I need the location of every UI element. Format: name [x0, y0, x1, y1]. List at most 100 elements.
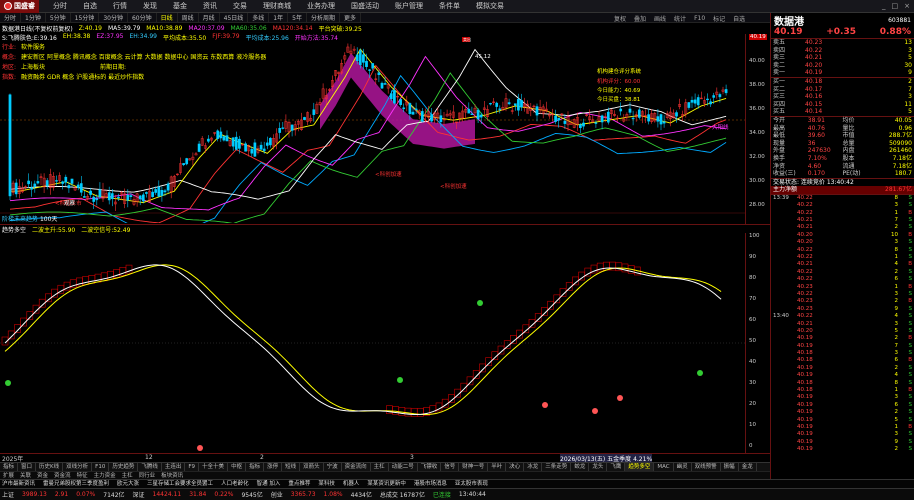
indicator-tab[interactable]: 冰龙 — [524, 463, 543, 471]
chart-tool-button[interactable]: 复权 — [610, 14, 630, 23]
info-tab[interactable]: 板块资讯 — [158, 472, 186, 479]
indicator-tab[interactable]: 主连出 — [162, 463, 186, 471]
chart-tool-button[interactable]: F10 — [690, 15, 709, 22]
chart-tool-button[interactable]: 画线 — [650, 14, 670, 23]
indicator-tab[interactable]: F10 — [92, 463, 110, 471]
indicator-tab[interactable]: 双线分析 — [63, 463, 93, 471]
news-item[interactable]: 重点推荐 — [288, 480, 310, 488]
menu-item[interactable]: 模拟交易 — [468, 1, 512, 11]
period-tab[interactable]: 45日线 — [220, 13, 249, 22]
menu-item[interactable]: 分时 — [45, 1, 75, 11]
indicator-tab[interactable]: 双线预警 — [692, 463, 721, 471]
menu-item[interactable]: 基金 — [165, 1, 195, 11]
period-tab[interactable]: 1年 — [269, 13, 289, 22]
indicator-tab[interactable]: 决心 — [506, 463, 525, 471]
chart-tool-button[interactable]: 自选 — [729, 14, 749, 23]
news-item[interactable]: 某某资讯更新中 — [367, 480, 406, 488]
menu-item[interactable]: 业务办理 — [299, 1, 343, 11]
indicator-tab[interactable]: 幽灵 — [674, 463, 692, 471]
menu-item[interactable]: 自选 — [75, 1, 105, 11]
news-item[interactable]: 某科技 — [318, 480, 335, 488]
indicator-tab[interactable]: 历史趋势 — [109, 463, 139, 471]
period-tab[interactable]: 5年 — [288, 13, 307, 22]
indicator-tab[interactable]: 龙头 — [589, 463, 608, 471]
indicator-tab[interactable]: 趋势多空 — [625, 463, 655, 471]
indicator-tab[interactable]: 指标 — [0, 463, 19, 471]
window-button[interactable]: _ — [882, 2, 886, 10]
info-tab[interactable]: 关联 — [17, 472, 34, 479]
indicator-tab[interactable]: 振幅 — [721, 463, 739, 471]
period-tab[interactable]: 更多 — [340, 13, 361, 22]
news-item[interactable]: 亚太股市表现 — [455, 480, 488, 488]
window-button[interactable]: × — [904, 2, 910, 10]
period-tab[interactable]: 日线 — [157, 13, 178, 22]
period-tab[interactable]: 分时 — [0, 13, 22, 22]
period-tab[interactable]: 1分钟 — [21, 13, 46, 22]
chart-tool-button[interactable]: 统计 — [670, 14, 690, 23]
info-tab[interactable]: 资金 — [34, 472, 51, 479]
indicator-tab[interactable]: 历史K线 — [36, 463, 64, 471]
indicator-tab[interactable]: 财神一号 — [459, 463, 489, 471]
indicator-tab[interactable]: MAC — [654, 463, 674, 471]
news-item[interactable]: 港股市场消息 — [414, 480, 447, 488]
indicator-name[interactable]: 趋势多空 — [2, 225, 26, 234]
period-tab[interactable]: 60分钟 — [128, 13, 157, 22]
news-ticker[interactable]: 沪市最新资讯 雷曼兄弟股权第三季度盈利 欧元大涨 三星存储工会要求全员罢工 人口老龄化智… — [0, 479, 914, 488]
menu-item[interactable]: 账户管理 — [387, 1, 431, 11]
indicator-tab[interactable]: 动能二号 — [389, 463, 418, 471]
indicator-tab[interactable]: 十全十美 — [199, 463, 229, 471]
news-item[interactable]: 欧元大涨 — [117, 480, 139, 488]
indicator-tab[interactable]: 双箭头 — [300, 463, 324, 471]
indicator-tab[interactable]: F9 — [185, 463, 200, 471]
info-tab[interactable]: 主杠 — [119, 472, 136, 479]
menu-item[interactable]: 交易 — [225, 1, 255, 11]
indicator-tab[interactable]: 飞镖收 — [418, 463, 442, 471]
info-tab[interactable]: 扩展 — [0, 472, 17, 479]
level-volume: 30 — [904, 61, 912, 69]
news-item[interactable]: 智通 加入 — [257, 480, 281, 488]
news-item[interactable]: 机器人 — [343, 480, 360, 488]
period-tab[interactable]: 分析周期 — [307, 13, 340, 22]
chart-tool-button[interactable]: 标记 — [709, 14, 729, 23]
period-tab[interactable]: 月线 — [199, 13, 220, 22]
indicator-tab[interactable]: 宁波 — [324, 463, 342, 471]
period-tab[interactable]: 30分钟 — [99, 13, 128, 22]
kline-chart[interactable]: 45.1228.51机构建仓评分系统机构评分：60.00今日能力：40.69今日… — [0, 23, 745, 223]
indicator-tab[interactable]: 金龙 — [739, 463, 757, 471]
indicator-tab[interactable]: 飞腾线 — [138, 463, 162, 471]
tick-list[interactable]: 13:39 40.22 8 S 40.22 3 S 40.22 1 B 40.21 7 S 40.21 2 S… — [771, 195, 914, 454]
menu-item[interactable]: 理财商城 — [255, 1, 299, 11]
news-item[interactable]: 沪市最新资讯 — [2, 480, 35, 488]
indicator-chart[interactable] — [0, 233, 745, 453]
indicator-tab[interactable]: 短线 — [282, 463, 301, 471]
info-tab[interactable]: 主力资金 — [91, 472, 119, 479]
indicator-tab[interactable]: 蛟龙 — [571, 463, 590, 471]
info-tab[interactable]: 资金流 — [51, 472, 74, 479]
menu-item[interactable]: 资讯 — [195, 1, 225, 11]
indicator-tab[interactable]: 窗口 — [18, 463, 37, 471]
menu-item[interactable]: 条件单 — [431, 1, 468, 11]
news-item[interactable]: 人口老龄化 — [221, 480, 249, 488]
period-tab[interactable]: 15分钟 — [71, 13, 100, 22]
indicator-tab[interactable]: 资金流向 — [342, 463, 371, 471]
indicator-tab[interactable]: 飞鹰 — [607, 463, 626, 471]
info-tab[interactable]: 特征 — [74, 472, 91, 479]
period-tab[interactable]: 周线 — [178, 13, 199, 22]
indicator-tab[interactable]: 主杠 — [371, 463, 389, 471]
indicator-tab[interactable]: 半叶 — [488, 463, 507, 471]
period-tab[interactable]: 多线 — [248, 13, 270, 22]
news-item[interactable]: 雷曼兄弟股权第三季度盈利 — [43, 480, 109, 488]
info-tab[interactable]: 同行业 — [136, 472, 159, 479]
indicator-tab[interactable]: 指标 — [246, 463, 265, 471]
period-tab[interactable]: 5分钟 — [46, 13, 71, 22]
menu-item[interactable]: 国盛活动 — [343, 1, 387, 11]
menu-item[interactable]: 发现 — [135, 1, 165, 11]
window-button[interactable]: □ — [892, 2, 899, 10]
indicator-tab[interactable]: 信号 — [441, 463, 460, 471]
indicator-tab[interactable]: 中枢 — [228, 463, 247, 471]
menu-item[interactable]: 行情 — [105, 1, 135, 11]
indicator-tab[interactable]: 涨停 — [264, 463, 283, 471]
chart-tool-button[interactable]: 叠加 — [630, 14, 650, 23]
news-item[interactable]: 三星存储工会要求全员罢工 — [147, 480, 213, 488]
indicator-tab[interactable]: 三条走势 — [542, 463, 572, 471]
